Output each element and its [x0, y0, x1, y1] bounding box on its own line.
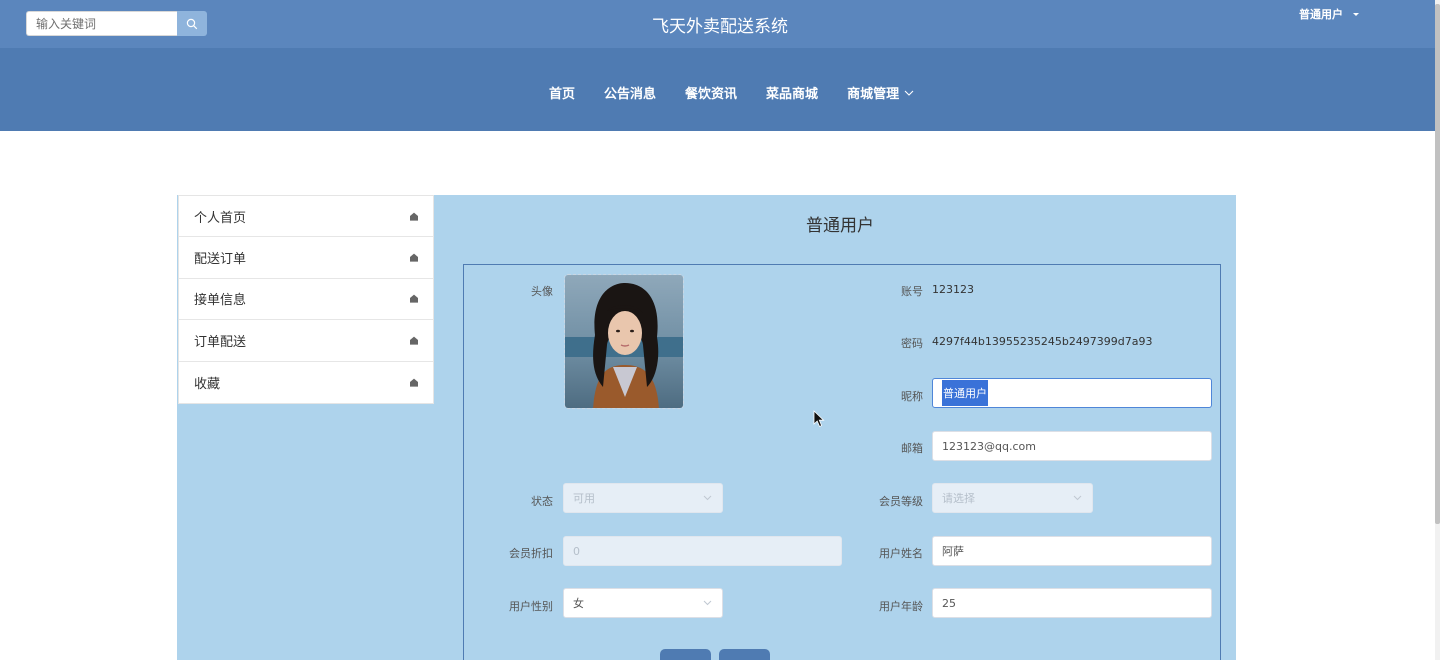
nickname-label: 昵称: [901, 390, 923, 403]
mouse-cursor-icon: [813, 410, 825, 428]
logout-button[interactable]: [719, 649, 770, 660]
gender-value: 女: [573, 597, 584, 610]
sidebar: 个人首页 配送订单 接单信息 订单配送 收藏: [178, 195, 434, 404]
email-value: 123123@qq.com: [942, 439, 1036, 453]
email-label: 邮箱: [901, 442, 923, 455]
page-scrollbar[interactable]: [1435, 0, 1440, 660]
nickname-value: 普通用户: [942, 380, 988, 406]
avatar-upload[interactable]: [564, 274, 684, 409]
nav-item-home[interactable]: 首页: [549, 83, 575, 102]
password-label: 密码: [901, 337, 923, 350]
account-value: 123123: [932, 283, 974, 296]
member-discount-value: 0: [573, 544, 580, 558]
scrollbar-thumb[interactable]: [1435, 4, 1440, 524]
chevron-down-icon: [703, 600, 712, 606]
update-button[interactable]: [660, 649, 711, 660]
user-name-input[interactable]: 阿萨: [932, 536, 1212, 566]
main-nav: 首页 公告消息 餐饮资讯 菜品商城 商城管理: [0, 48, 1440, 131]
sidebar-item-label: 配送订单: [194, 252, 247, 268]
page: 飞天外卖配送系统 普通用户 首页 公告消息 餐饮资讯 菜品商城 商城管理 个人首…: [0, 0, 1440, 660]
home-icon: [410, 295, 418, 304]
member-level-select[interactable]: 请选择: [932, 483, 1093, 513]
nav-item-mall-management[interactable]: 商城管理: [847, 83, 914, 102]
sidebar-item-profile-home[interactable]: 个人首页: [179, 196, 433, 238]
chevron-down-icon: [703, 495, 712, 501]
member-discount-input[interactable]: 0: [563, 536, 842, 566]
sidebar-item-order-delivery[interactable]: 订单配送: [179, 320, 433, 362]
status-label: 状态: [531, 495, 553, 508]
nav-item-dish-mall[interactable]: 菜品商城: [766, 83, 818, 102]
status-select[interactable]: 可用: [563, 483, 723, 513]
user-name-value: 阿萨: [942, 545, 964, 558]
user-age-value: 25: [942, 596, 956, 610]
gender-label: 用户性别: [509, 600, 553, 613]
user-age-label: 用户年龄: [879, 600, 923, 613]
home-icon: [410, 212, 418, 221]
sidebar-item-label: 接单信息: [194, 293, 247, 309]
status-value: 可用: [573, 492, 595, 505]
page-title: 普通用户: [806, 216, 874, 236]
email-input[interactable]: 123123@qq.com: [932, 431, 1212, 461]
home-icon: [410, 336, 418, 345]
gender-select[interactable]: 女: [563, 588, 723, 618]
sidebar-item-accepted-info[interactable]: 接单信息: [179, 279, 433, 321]
nickname-input[interactable]: 普通用户: [932, 378, 1212, 408]
user-age-input[interactable]: 25: [932, 588, 1212, 618]
member-level-placeholder: 请选择: [942, 492, 975, 505]
nav-item-announcements[interactable]: 公告消息: [604, 83, 656, 102]
avatar-label: 头像: [531, 285, 553, 298]
sidebar-item-label: 收藏: [194, 376, 221, 392]
nav-item-mall-management-label: 商城管理: [847, 87, 900, 102]
avatar-image: [565, 275, 683, 408]
home-icon: [410, 253, 418, 262]
chevron-down-icon: [904, 90, 914, 96]
top-bar: 飞天外卖配送系统 普通用户: [0, 0, 1440, 48]
sidebar-item-favorites[interactable]: 收藏: [179, 362, 433, 403]
sidebar-item-label: 订单配送: [194, 334, 247, 350]
sidebar-item-label: 个人首页: [194, 210, 247, 226]
home-icon: [410, 378, 418, 387]
user-name: 普通用户: [1299, 8, 1343, 21]
member-level-label: 会员等级: [879, 495, 923, 508]
user-menu[interactable]: 普通用户: [1299, 6, 1359, 22]
app-title: 飞天外卖配送系统: [652, 17, 788, 37]
member-discount-label: 会员折扣: [509, 547, 553, 560]
sidebar-item-delivery-orders[interactable]: 配送订单: [179, 237, 433, 279]
password-value: 4297f44b13955235245b2497399d7a93: [932, 335, 1153, 348]
account-label: 账号: [901, 285, 923, 298]
nav-item-food-news[interactable]: 餐饮资讯: [685, 83, 737, 102]
caret-down-icon: [1353, 12, 1359, 16]
user-name-label: 用户姓名: [879, 547, 923, 560]
chevron-down-icon: [1073, 495, 1082, 501]
